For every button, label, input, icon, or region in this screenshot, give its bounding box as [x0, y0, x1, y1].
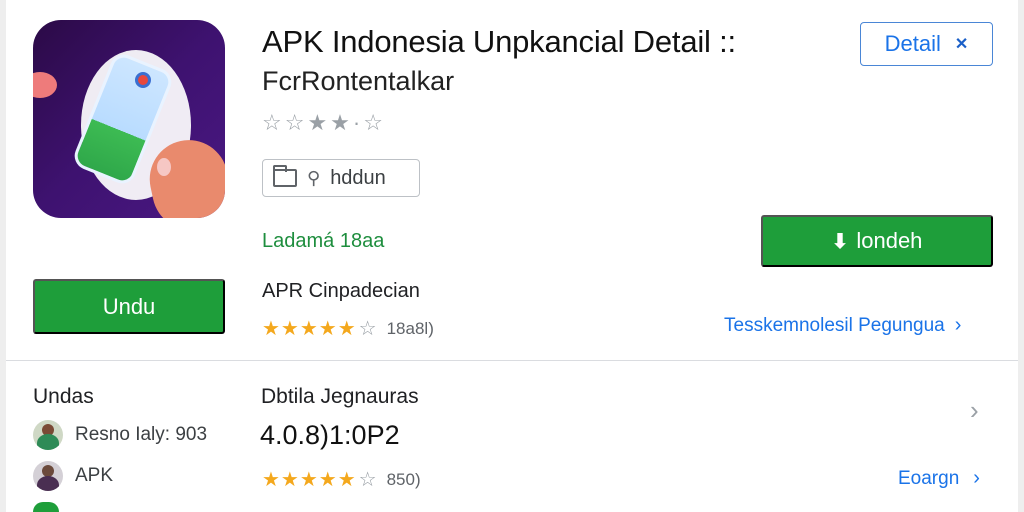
install-button-label: londeh [856, 228, 923, 253]
detail-button-label: Detail [884, 31, 941, 56]
avatar [33, 420, 63, 450]
camera-lens-icon [135, 72, 151, 88]
section-right-heading: Dbtila Jegnauras [261, 385, 419, 408]
app-subtitle: FcrRontentalkar [262, 66, 455, 96]
list-item[interactable]: APK [33, 461, 113, 491]
app-icon[interactable] [33, 20, 225, 218]
tag-chip[interactable]: ⚲ hddun [262, 159, 420, 197]
list-item[interactable]: Resno Ialy: 903 [33, 420, 207, 450]
download-count-label: Ladamá 18aa [262, 230, 385, 252]
developer-rating: ★★★★★ ☆ 18a8l) [262, 316, 434, 341]
install-button[interactable]: ⬇ londeh [761, 215, 993, 267]
section-divider [6, 360, 1018, 361]
empty-star-icon: ☆ [358, 469, 377, 491]
search-icon: ⚲ [307, 167, 321, 188]
gray-rating-stars: ☆☆★★·☆ [262, 110, 386, 135]
list-item-label: APK [75, 465, 114, 486]
avatar [33, 502, 59, 512]
empty-star-icon: ☆ [358, 318, 377, 340]
app-title: APK Indonesia Unpkancial Detail :: [262, 24, 736, 59]
developer-link[interactable]: Tesskemnolesil Pegungua › [724, 314, 961, 337]
filled-stars: ★★★★★ [262, 318, 357, 340]
folder-icon [273, 165, 297, 187]
chevron-right-icon: › [954, 314, 962, 336]
fingertip-illustration [157, 158, 171, 176]
filled-stars: ★★★★★ [262, 469, 357, 491]
rating-count: 850) [386, 469, 421, 489]
list-item-label: Resno Ialy: 903 [75, 424, 208, 445]
chevron-right-icon: › [973, 467, 980, 489]
tag-chip-label: hddun [330, 166, 386, 189]
section-rating: ★★★★★ ☆ 850) [262, 467, 421, 492]
avatar [33, 461, 63, 491]
decorative-blob [33, 72, 57, 98]
undu-button[interactable]: Undu [33, 279, 225, 334]
developer-name[interactable]: APR Cinpadecian [262, 280, 420, 303]
developer-link-label: Tesskemnolesil Pegungua [724, 314, 945, 336]
section-link-label: Eoargn [898, 467, 960, 489]
download-icon: ⬇ [831, 230, 849, 253]
rating-count: 18a8l) [386, 318, 434, 338]
section-link[interactable]: Eoargn › [898, 467, 980, 490]
detail-button[interactable]: Detail ✕ [860, 22, 993, 66]
undu-button-label: Undu [102, 293, 156, 319]
version-text: 4.0.8)1:0P2 [260, 420, 400, 450]
close-icon: ✕ [954, 36, 969, 53]
section-left-heading: Undas [33, 385, 94, 408]
list-item-partial [33, 502, 59, 512]
chevron-right-icon[interactable]: › [970, 395, 979, 426]
